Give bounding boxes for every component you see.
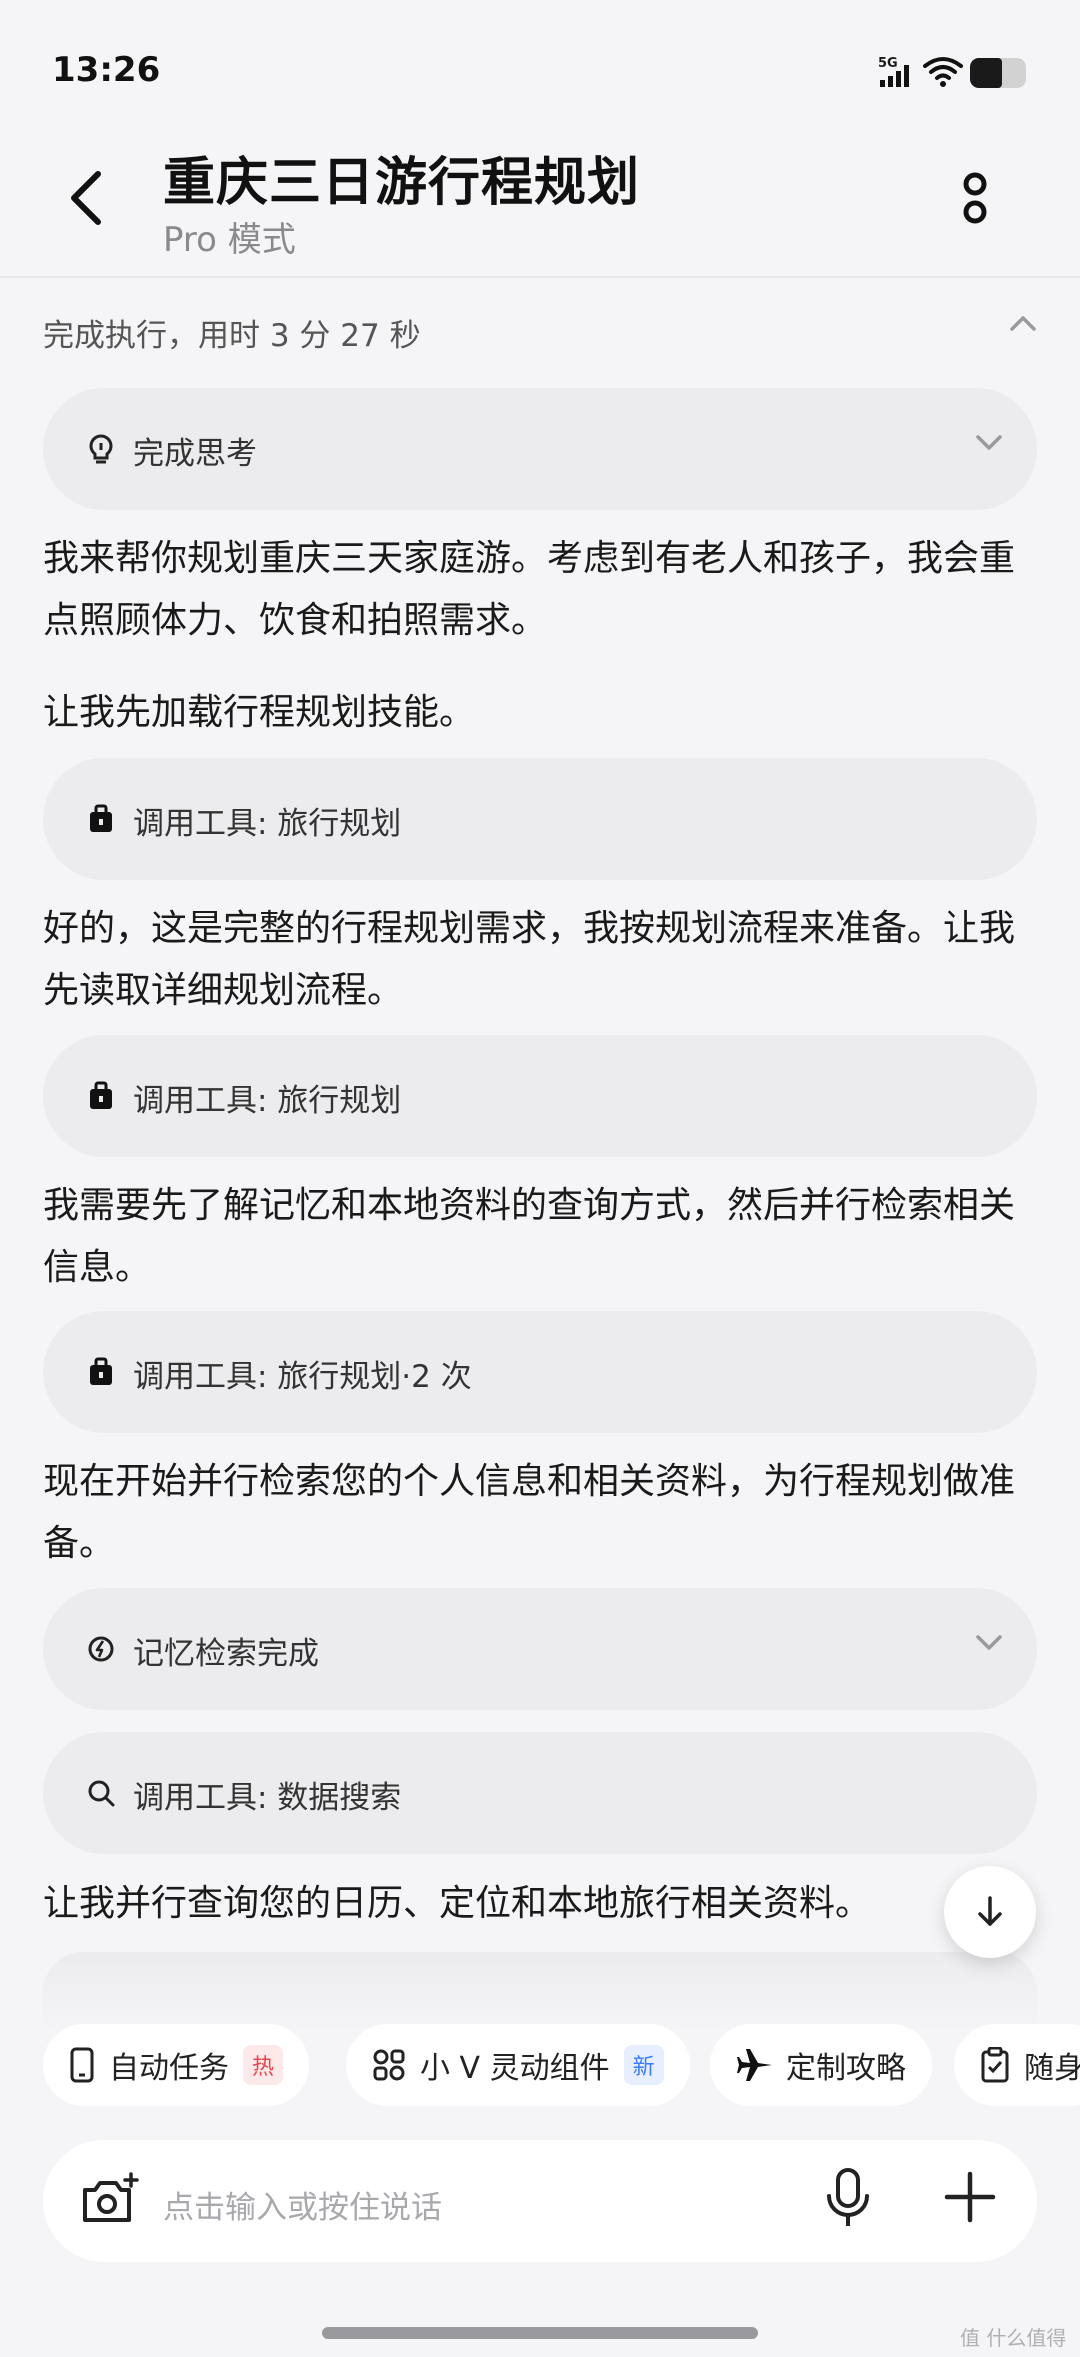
- chip-custom-guide[interactable]: 定制攻略: [710, 2024, 932, 2106]
- microphone-icon: [827, 2168, 869, 2226]
- thinking-label: 完成思考: [133, 436, 257, 472]
- chip-auto-task[interactable]: 自动任务 热: [43, 2024, 310, 2106]
- suggestion-chips: 自动任务 热 小 V 灵动组件 新 定制攻略 随身: [0, 2020, 1080, 2110]
- chip-label: 小 V 灵动组件: [420, 2051, 610, 2086]
- memory-card[interactable]: 记忆检索完成: [43, 1588, 1037, 1710]
- tool-call-label: 调用工具: 旅行规划·2 次: [133, 1359, 472, 1395]
- chip-portable[interactable]: 随身: [954, 2024, 1080, 2106]
- mode-label: Pro 模式: [163, 220, 296, 260]
- widgets-icon: [373, 2049, 405, 2081]
- add-button[interactable]: [943, 2170, 997, 2228]
- chevron-down-icon: [976, 435, 1002, 450]
- phone-icon: [70, 2047, 94, 2083]
- thinking-card[interactable]: 完成思考: [43, 388, 1037, 510]
- chevron-down-icon: [976, 1635, 1002, 1650]
- plane-icon: [737, 2049, 772, 2081]
- assistant-message: 让我并行查询您的日历、定位和本地旅行相关资料。: [43, 1883, 872, 1924]
- back-button[interactable]: [56, 158, 116, 238]
- camera-button[interactable]: [79, 2170, 141, 2234]
- plus-icon: [944, 2171, 996, 2223]
- chevron-left-icon: [71, 171, 101, 225]
- voice-button[interactable]: [823, 2166, 873, 2236]
- toolbox-icon: [83, 1354, 119, 1390]
- page-title: 重庆三日游行程规划: [163, 153, 641, 213]
- assistant-message: 我需要先了解记忆和本地资料的查询方式，然后并行检索相关信息。: [43, 1185, 1016, 1288]
- status-time: 13:26: [52, 50, 161, 90]
- execution-summary[interactable]: 完成执行，用时 3 分 27 秒: [43, 296, 1037, 360]
- search-tool-card[interactable]: 调用工具: 数据搜索: [43, 1732, 1037, 1854]
- watermark: 值 什么值得买: [960, 2326, 1067, 2357]
- wifi-icon: [922, 54, 964, 92]
- more-options-button[interactable]: [950, 158, 1000, 238]
- chip-widgets[interactable]: 小 V 灵动组件 新: [346, 2024, 690, 2106]
- new-badge: 新: [623, 2045, 664, 2085]
- message-input-bar: 点击输入或按住说话: [43, 2140, 1037, 2262]
- tool-call-label: 调用工具: 旅行规划: [133, 806, 402, 842]
- chip-label: 随身: [1024, 2051, 1080, 2086]
- search-tool-label: 调用工具: 数据搜索: [133, 1780, 402, 1816]
- toolbox-icon: [83, 801, 119, 837]
- message-input[interactable]: 点击输入或按住说话: [163, 2182, 442, 2227]
- assistant-message: 我来帮你规划重庆三天家庭游。考虑到有老人和孩子，我会重点照顾体力、饮食和拍照需求…: [43, 538, 1016, 641]
- tool-call-card[interactable]: 调用工具: 旅行规划: [43, 1035, 1037, 1157]
- assistant-message: 现在开始并行检索您的个人信息和相关资料，为行程规划做准备。: [43, 1461, 1016, 1564]
- battery-icon: [970, 58, 1026, 88]
- assistant-message: 让我先加载行程规划技能。: [43, 692, 476, 733]
- execution-summary-text: 完成执行，用时 3 分 27 秒: [43, 318, 421, 354]
- search-icon: [83, 1775, 119, 1811]
- camera-icon: [83, 2172, 139, 2222]
- more-icon: [963, 172, 987, 224]
- chip-label: 定制攻略: [786, 2051, 906, 2086]
- toolbox-icon: [83, 1078, 119, 1114]
- status-bar: 13:26 5G: [0, 0, 1080, 140]
- hot-badge: 热: [243, 2045, 284, 2085]
- tool-call-card[interactable]: 调用工具: 旅行规划: [43, 758, 1037, 880]
- chip-label: 自动任务: [109, 2051, 229, 2086]
- tool-call-card[interactable]: 调用工具: 旅行规划·2 次: [43, 1311, 1037, 1433]
- home-indicator[interactable]: [322, 2327, 758, 2339]
- scroll-to-bottom-button[interactable]: [944, 1866, 1036, 1958]
- clipboard-icon: [981, 2047, 1009, 2083]
- memory-icon: [83, 1631, 119, 1667]
- memory-label: 记忆检索完成: [133, 1636, 319, 1672]
- app-header: 重庆三日游行程规划 Pro 模式: [0, 130, 1080, 278]
- cellular-signal-icon: 5G: [878, 56, 918, 88]
- chevron-up-icon: [1010, 316, 1036, 331]
- assistant-message: 好的，这是完整的行程规划需求，我按规划流程来准备。让我先读取详细规划流程。: [43, 908, 1016, 1011]
- tool-call-label: 调用工具: 旅行规划: [133, 1083, 402, 1119]
- arrow-down-icon: [978, 1896, 1002, 1926]
- lightbulb-icon: [83, 431, 119, 467]
